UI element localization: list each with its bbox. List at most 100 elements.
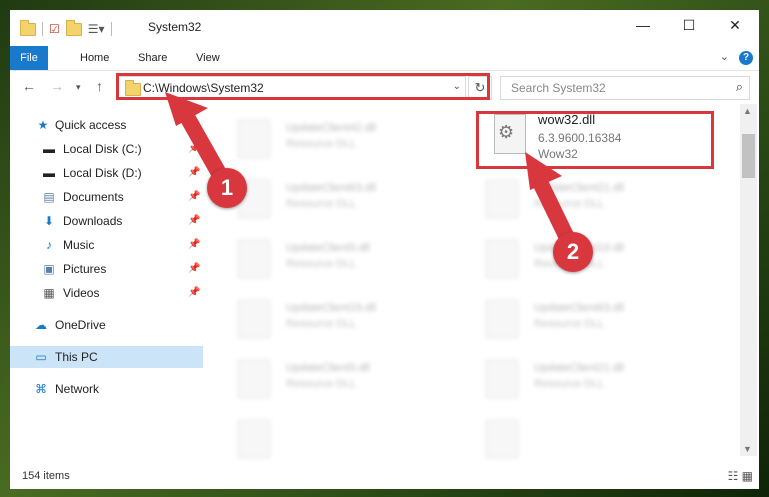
sidebar-item-local-disk-d[interactable]: ▬ Local Disk (D:) 📌: [10, 162, 203, 184]
sidebar-item-this-pc[interactable]: ▭ This PC: [10, 346, 203, 368]
list-item[interactable]: UpdateClient63.dll Resource DLL: [228, 176, 458, 226]
explorer-window: ☑ ☰▾ System32 — ☐ ✕ File Home Share View…: [10, 10, 759, 489]
tab-file[interactable]: File: [10, 46, 48, 70]
customize-toolbar-icon[interactable]: ☰▾: [88, 22, 105, 36]
file-name: UpdateClient5.dll: [286, 362, 370, 374]
dll-file-icon: [238, 420, 270, 458]
search-input[interactable]: Search System32 ⌕: [500, 76, 750, 100]
tab-view[interactable]: View: [186, 46, 230, 70]
sidebar-item-music[interactable]: ♪ Music 📌: [10, 234, 203, 256]
search-icon[interactable]: ⌕: [736, 79, 743, 95]
list-item[interactable]: UpdateClient5.dll Resource DLL: [228, 356, 458, 406]
file-name: UpdateClient5.dll: [286, 242, 370, 254]
sidebar-item-documents[interactable]: ▤ Documents 📌: [10, 186, 203, 208]
address-bar-row: ← → ▾ ↑ C:\Windows\System32 ⌄ ↻ Search S…: [10, 72, 759, 102]
list-item[interactable]: UpdateClient42.dll Resource DLL: [228, 116, 458, 166]
scrollbar-thumb[interactable]: [742, 134, 755, 178]
documents-icon: ▤: [43, 190, 55, 204]
step-1-badge: 1: [207, 168, 247, 208]
maximize-button[interactable]: ☐: [666, 10, 712, 40]
forward-button[interactable]: →: [50, 78, 64, 94]
videos-icon: ▦: [43, 286, 55, 300]
file-name: UpdateClient63.dll: [286, 182, 376, 194]
scroll-up-icon[interactable]: ▲: [743, 106, 752, 116]
quick-access-toolbar: ☑ ☰▾: [20, 19, 112, 38]
pc-icon: ▭: [35, 350, 47, 364]
title-bar: ☑ ☰▾ System32 — ☐ ✕: [10, 10, 759, 44]
scroll-down-icon[interactable]: ▼: [743, 444, 752, 454]
search-placeholder: Search System32: [511, 81, 606, 95]
sidebar-item-videos[interactable]: ▦ Videos 📌: [10, 282, 203, 304]
sidebar-item-network[interactable]: ⌘ Network: [10, 378, 203, 400]
sidebar-item-label: Quick access: [55, 118, 127, 132]
pin-icon[interactable]: 📌: [188, 263, 200, 274]
sidebar-item-label: Downloads: [63, 214, 123, 228]
file-name: UpdateClient21.dll: [534, 362, 624, 374]
file-description: Resource DLL: [534, 198, 605, 210]
tab-share[interactable]: Share: [128, 46, 177, 70]
up-button[interactable]: ↑: [96, 78, 103, 94]
properties-icon[interactable]: ☑: [49, 22, 60, 36]
view-toggle-icon[interactable]: ☷ ▦: [728, 469, 753, 483]
recent-locations-icon[interactable]: ▾: [76, 82, 81, 93]
network-icon: ⌘: [35, 382, 47, 396]
divider: [110, 22, 112, 36]
dll-file-icon: [486, 180, 518, 218]
sidebar-item-label: Pictures: [63, 262, 107, 276]
dll-file-icon: [486, 360, 518, 398]
list-item[interactable]: UpdateClient21.dll Resource DLL: [476, 176, 706, 226]
file-name: UpdateClient21.dll: [534, 182, 624, 194]
dll-file-icon: [486, 300, 518, 338]
help-icon[interactable]: ?: [739, 51, 753, 65]
list-item[interactable]: UpdateClient19.dll Resource DLL: [228, 296, 458, 346]
list-item[interactable]: UpdateClient63.dll Resource DLL: [476, 296, 706, 346]
file-name: UpdateClient63.dll: [534, 302, 624, 314]
dll-file-icon: [238, 360, 270, 398]
sidebar-item-quick-access[interactable]: ★ Quick access: [10, 114, 203, 136]
sidebar-item-label: This PC: [55, 350, 98, 364]
pin-icon[interactable]: 📌: [188, 215, 200, 226]
sidebar-item-onedrive[interactable]: ☁ OneDrive: [10, 314, 203, 336]
dll-file-icon: [238, 240, 270, 278]
divider: [42, 22, 43, 36]
sidebar-item-local-disk-c[interactable]: ▬ Local Disk (C:) 📌: [10, 138, 203, 160]
minimize-button[interactable]: —: [620, 10, 666, 40]
vertical-scrollbar[interactable]: ▲ ▼: [740, 104, 757, 456]
pin-icon[interactable]: 📌: [188, 191, 200, 202]
pin-icon[interactable]: 📌: [188, 239, 200, 250]
downloads-icon: ⬇: [43, 214, 55, 228]
sidebar-item-label: Local Disk (C:): [63, 142, 142, 156]
list-item[interactable]: UpdateClient21.dll Resource DLL: [476, 356, 706, 406]
close-button[interactable]: ✕: [712, 10, 758, 40]
navigation-pane: ★ Quick access ▬ Local Disk (C:) 📌 ▬ Loc…: [10, 110, 203, 460]
file-highlight-box: [476, 111, 714, 169]
sidebar-item-label: Network: [55, 382, 100, 396]
list-item[interactable]: [476, 416, 706, 466]
back-button[interactable]: ←: [22, 78, 36, 94]
drive-icon: ▬: [43, 166, 55, 180]
address-highlight-box: [116, 73, 490, 100]
pictures-icon: ▣: [43, 262, 55, 276]
dll-file-icon: [238, 120, 270, 158]
sidebar-item-pictures[interactable]: ▣ Pictures 📌: [10, 258, 203, 280]
music-icon: ♪: [46, 238, 52, 252]
sidebar-item-downloads[interactable]: ⬇ Downloads 📌: [10, 210, 203, 232]
cloud-icon: ☁: [35, 318, 47, 332]
file-description: Resource DLL: [534, 318, 605, 330]
folder-icon[interactable]: [20, 19, 36, 36]
new-folder-icon[interactable]: [65, 19, 82, 36]
file-description: Resource DLL: [286, 138, 357, 150]
file-description: Resource DLL: [286, 198, 357, 210]
pin-icon[interactable]: 📌: [188, 167, 200, 178]
list-item[interactable]: UpdateClient5.dll Resource DLL: [228, 236, 458, 286]
ribbon-expand-icon[interactable]: ⌄: [720, 50, 729, 63]
pin-icon[interactable]: 📌: [188, 287, 200, 298]
file-name: UpdateClient19.dll: [286, 302, 376, 314]
pin-icon[interactable]: 📌: [188, 143, 200, 154]
dll-file-icon: [486, 240, 518, 278]
tab-home[interactable]: Home: [70, 46, 119, 70]
file-description: Resource DLL: [286, 258, 357, 270]
file-name: UpdateClient42.dll: [286, 122, 376, 134]
ribbon-tabs: File Home Share View ⌄ ?: [10, 46, 759, 71]
list-item[interactable]: [228, 416, 458, 466]
